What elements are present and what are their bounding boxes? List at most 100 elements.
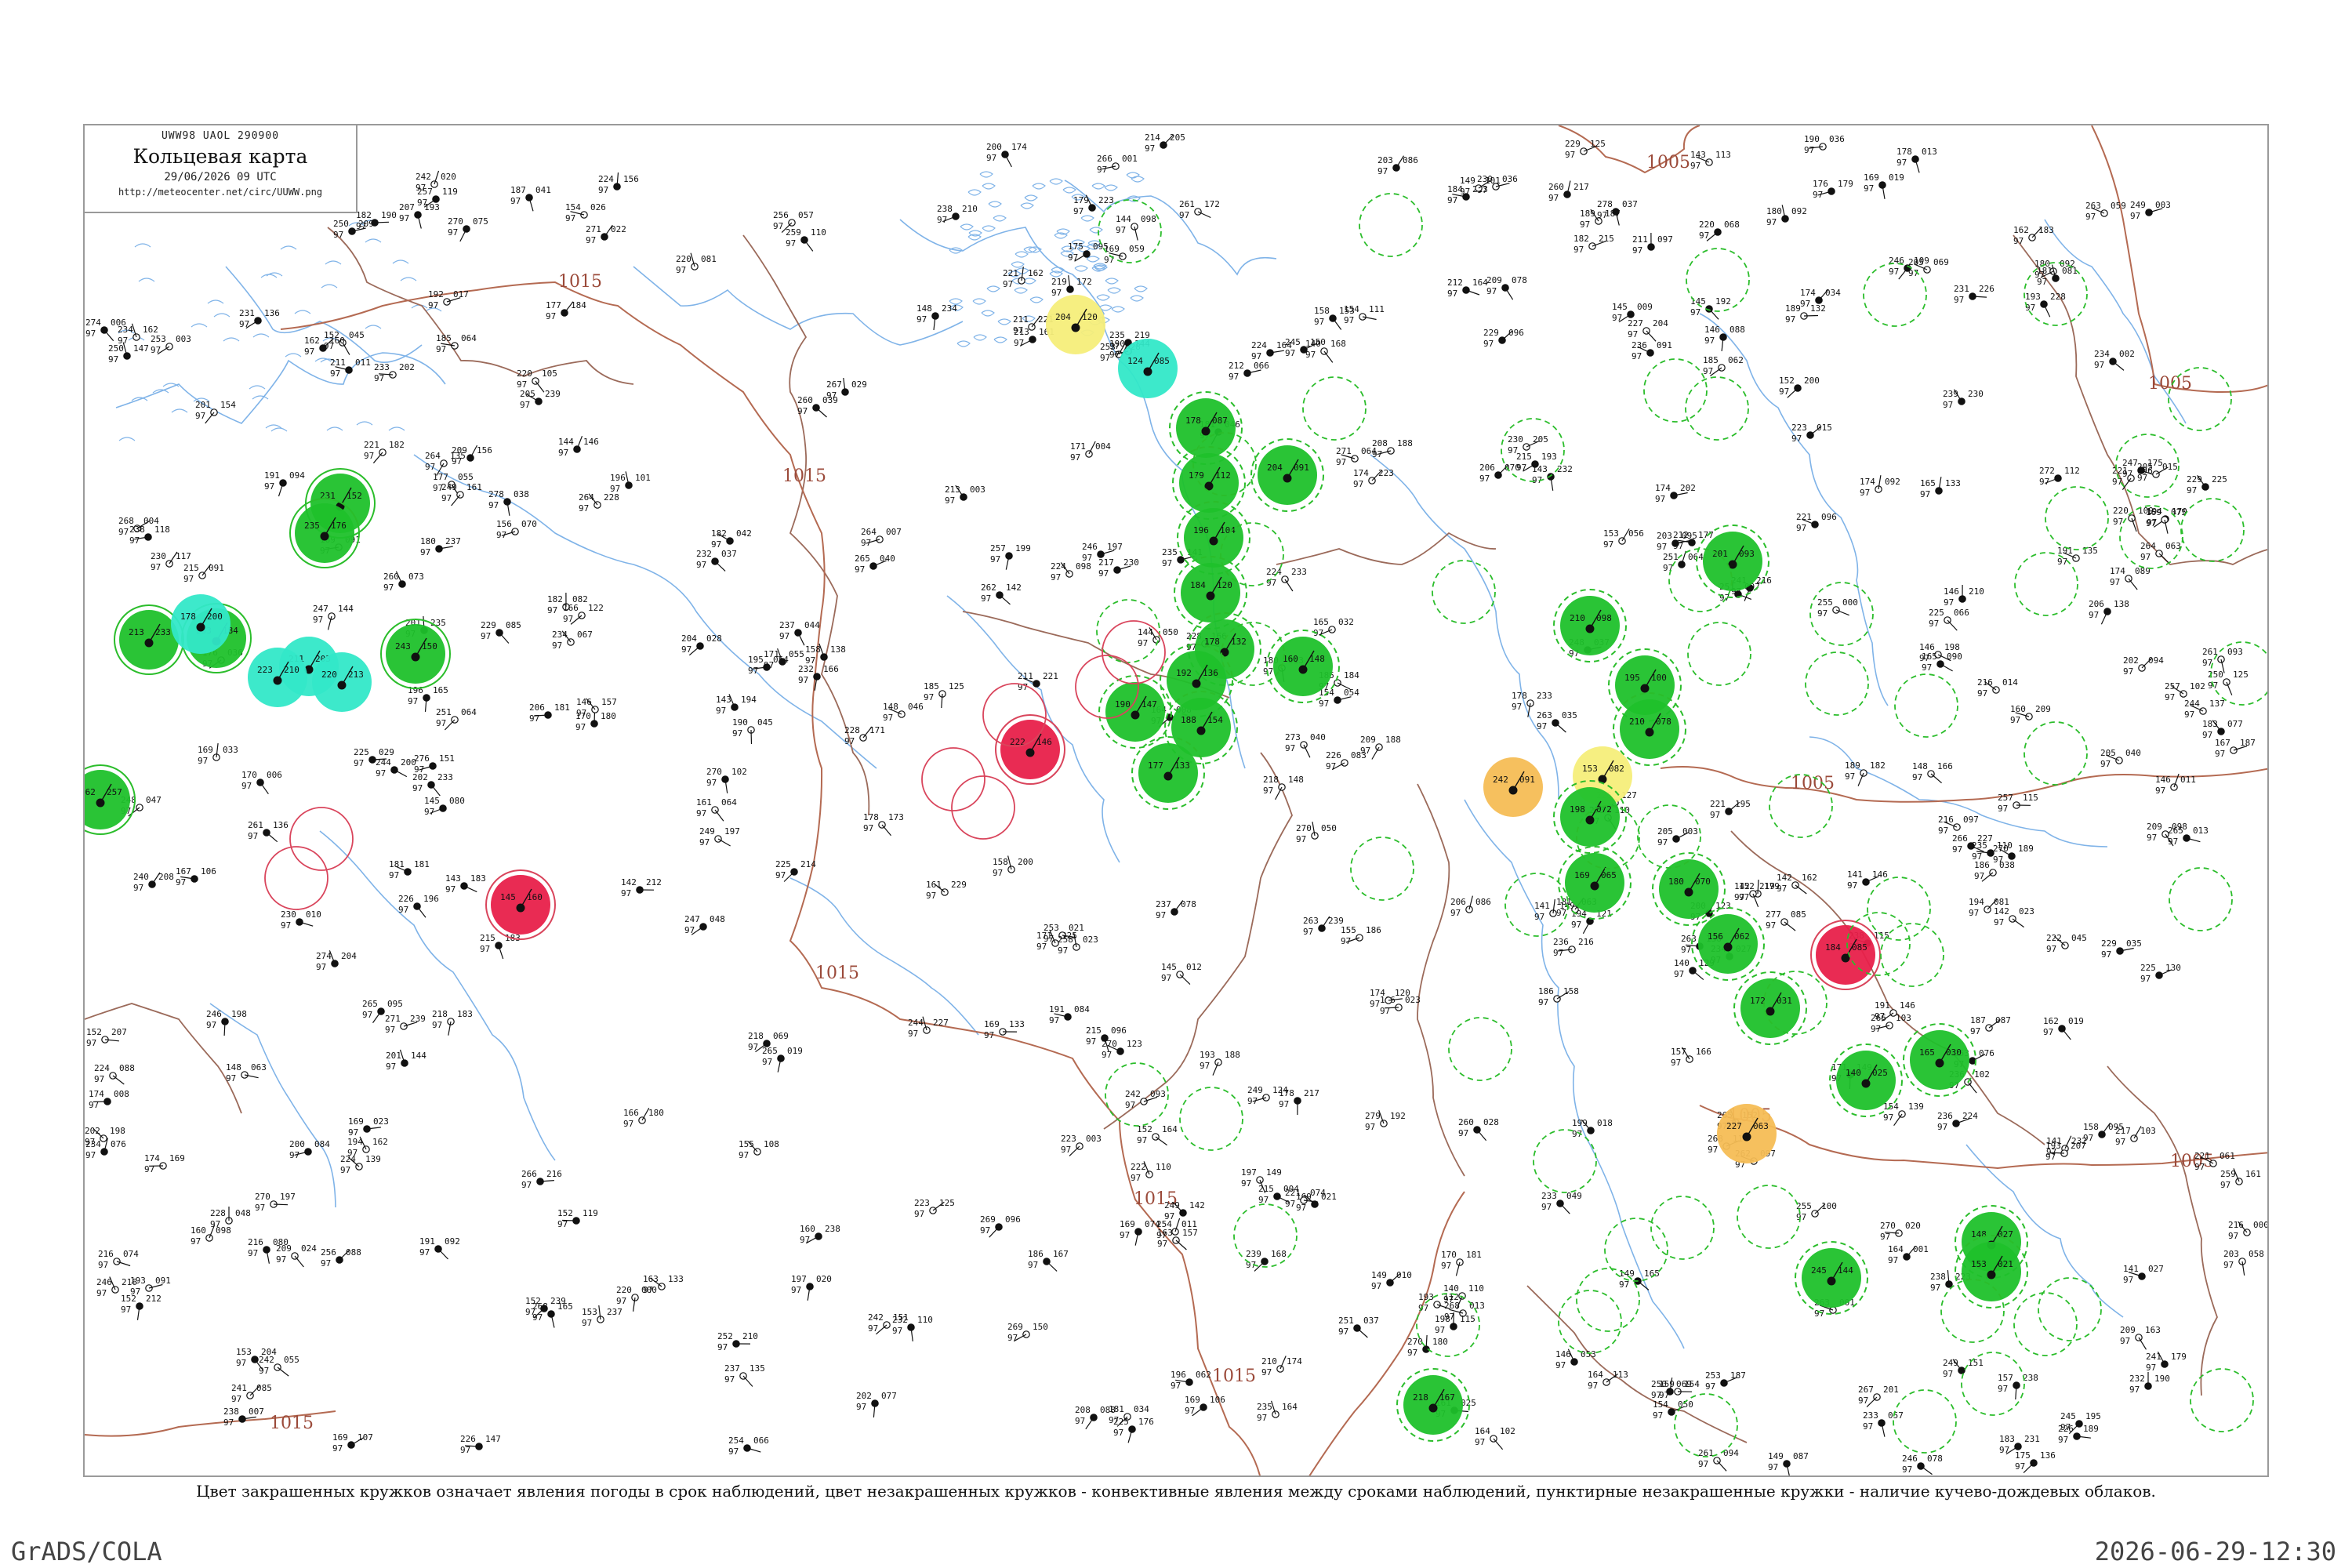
- station-value: 200: [289, 1139, 305, 1149]
- station-value: 070: [521, 519, 537, 529]
- station-plot: 156 07097: [496, 519, 537, 540]
- station-value: 063: [251, 1062, 267, 1073]
- station-value: 97: [1779, 387, 1789, 397]
- region-border: [327, 227, 634, 385]
- lake: [365, 325, 382, 329]
- wind-barb-icon: [1893, 1113, 1903, 1127]
- lake: [988, 201, 1002, 208]
- station-value: 97: [98, 1260, 108, 1270]
- station-value: 97: [1938, 826, 1948, 836]
- station-plot: 265 04097: [855, 554, 895, 575]
- station-value: 093: [1150, 1089, 1166, 1099]
- station-value: 209: [2035, 704, 2051, 714]
- station-value: 97: [1674, 969, 1684, 979]
- station-value: 092: [1791, 206, 1807, 216]
- station-plot: 249 19797: [699, 826, 740, 848]
- station-plot: 223 00397: [1061, 1134, 1102, 1156]
- station-value: 202: [2123, 655, 2139, 666]
- station-value: 97: [576, 708, 586, 718]
- station-plot: 246 19897: [206, 1009, 247, 1036]
- station-value: 220: [1699, 220, 1715, 230]
- station-value: 193: [1418, 1292, 1434, 1302]
- station-value: 167: [1053, 1249, 1069, 1259]
- station-value: 193: [1541, 452, 1557, 462]
- highlight-station-rain: 177 133: [1131, 736, 1205, 810]
- station-value: 140: [1305, 339, 1321, 349]
- station-value: 108: [764, 1139, 779, 1149]
- station-value: 250: [1651, 1379, 1667, 1389]
- station-value: 97: [914, 1209, 924, 1219]
- station-value: 97: [96, 1288, 107, 1298]
- station-value: 263: [1537, 710, 1552, 720]
- station-temperature: 227: [1726, 1121, 1742, 1131]
- weather-map[interactable]: 1015 1015 1015 1015 1015 1015 1005 1005 …: [85, 125, 2269, 1477]
- station-value: 185: [1703, 355, 1719, 365]
- lake: [973, 334, 987, 341]
- station-value: 174: [1370, 988, 1385, 998]
- cumulonimbus-ring: [2013, 1292, 2078, 1356]
- station-value: 147: [485, 1434, 501, 1444]
- station-value: 236: [1553, 937, 1569, 947]
- station-value: 231: [2024, 1434, 2040, 1444]
- station-value: 229: [2101, 938, 2117, 949]
- wind-barb-icon: [1356, 1327, 1368, 1338]
- station-value: 212: [1447, 278, 1463, 288]
- lake: [285, 353, 302, 358]
- station-value: 97: [1548, 193, 1559, 203]
- station-value: 161: [2245, 1169, 2261, 1179]
- station-value: 97: [1120, 1230, 1130, 1240]
- station-value: 196: [1171, 1370, 1186, 1380]
- wind-barb-icon: [535, 380, 545, 393]
- station-value: 97: [563, 614, 573, 624]
- station-value: 174: [2110, 566, 2125, 576]
- station-value: 97: [1974, 871, 1984, 881]
- station-plot: 218 18397: [432, 1009, 473, 1036]
- wind-barb-icon: [394, 769, 408, 778]
- wind-barb-icon: [1284, 579, 1294, 592]
- station-value: 172: [1204, 199, 1220, 209]
- station-plot: 234 00297: [2094, 349, 2135, 371]
- station-value: 142: [1006, 583, 1022, 593]
- station-value: 220: [676, 254, 691, 264]
- station-value: 97: [1441, 1261, 1451, 1271]
- station-plot: 205 23997: [520, 389, 561, 410]
- station-value: 270: [1407, 1337, 1423, 1347]
- station-value: 145: [1161, 962, 1177, 972]
- station-value: 97: [2058, 1435, 2068, 1445]
- station-value: 055: [789, 649, 804, 659]
- station-plot: 174 22397: [1353, 468, 1394, 489]
- station-value: 249: [2130, 200, 2146, 210]
- station-value: 97: [264, 481, 274, 492]
- station-value: 278: [1597, 199, 1613, 209]
- station-temperature: 201: [1712, 549, 1728, 559]
- station-value: 97: [321, 1258, 331, 1269]
- station-value: 97: [1418, 1303, 1428, 1313]
- station-value: 036: [1502, 174, 1518, 184]
- station-value: 086: [1475, 897, 1491, 907]
- highlight-station-thunderstorm: 184 085: [1810, 920, 1881, 990]
- station-value: 97: [2115, 1137, 2125, 1147]
- station-plot: 163 13397: [643, 1274, 684, 1295]
- map-frame[interactable]: 1015 1015 1015 1015 1015 1015 1005 1005 …: [83, 124, 2269, 1477]
- station-value: 97: [1051, 288, 1062, 298]
- station-value: 202: [85, 1126, 100, 1136]
- station-value: 113: [1613, 1370, 1628, 1380]
- station-value: 205: [1170, 132, 1185, 143]
- station-value: 034: [1825, 288, 1841, 298]
- station-plot: 153 23797: [582, 1305, 622, 1328]
- station-plot: 276 15197: [414, 753, 455, 775]
- station-value: 237: [445, 536, 461, 546]
- station-temperature: 124: [1127, 356, 1143, 366]
- wind-barb-icon: [1637, 1280, 1650, 1290]
- station-value: 222: [2046, 933, 2062, 943]
- station-value: 029: [379, 747, 394, 757]
- lake: [967, 189, 982, 196]
- station-plot: 148 16697: [1912, 761, 1953, 784]
- station-value: 97: [598, 185, 608, 195]
- station-value: 271: [385, 1014, 401, 1024]
- station-plot: 144 14697: [558, 435, 599, 458]
- station-value: 255: [1796, 1201, 1812, 1211]
- station-value: 217: [2115, 1126, 2131, 1136]
- station-value: 078: [1927, 1454, 1943, 1464]
- station-value: 224: [94, 1063, 110, 1073]
